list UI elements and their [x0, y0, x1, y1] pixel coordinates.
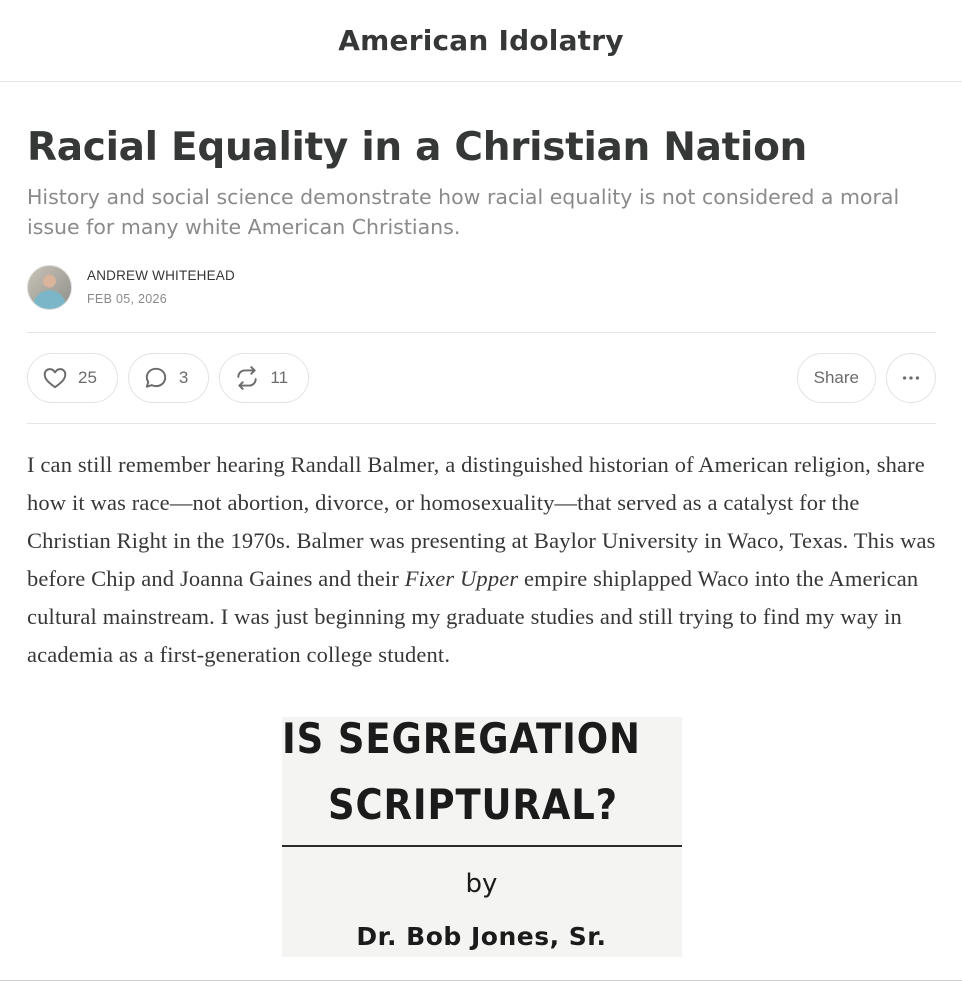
restack-icon: [237, 366, 258, 390]
engagement-actions: 25 3 11: [27, 353, 310, 403]
more-options-button[interactable]: [886, 353, 936, 403]
comment-button[interactable]: 3: [127, 353, 210, 403]
article-image[interactable]: IS SEGREGATION SCRIPTURAL? by Dr. Bob Jo…: [281, 717, 682, 957]
comment-bubble-icon: [145, 367, 167, 388]
share-button[interactable]: Share: [796, 353, 876, 403]
body-paragraph: I can still remember hearing Randall Bal…: [27, 446, 936, 674]
image-rule: [281, 845, 682, 847]
heart-icon: [43, 368, 67, 389]
post-container: Racial Equality in a Christian Nation Hi…: [0, 124, 962, 957]
post-date: FEB 05, 2026: [87, 292, 168, 306]
more-dots-icon: [902, 376, 920, 380]
comment-count: 3: [178, 368, 189, 387]
restack-button[interactable]: 11: [219, 353, 310, 403]
author-name[interactable]: ANDREW WHITEHEAD: [87, 268, 235, 283]
viewport-edge-line: [0, 980, 962, 981]
post-title: Racial Equality in a Christian Nation: [27, 125, 808, 170]
post-actions-bar: 25 3 11 Share: [27, 333, 936, 423]
byline: ANDREW WHITEHEAD FEB 05, 2026: [27, 264, 936, 310]
publication-header: American Idolatry: [0, 0, 962, 82]
byline-meta: ANDREW WHITEHEAD FEB 05, 2026: [87, 268, 235, 306]
image-headline-line-1: IS SEGREGATION: [281, 717, 641, 763]
divider-bottom: [27, 423, 936, 424]
body-text-italic: Fixer Upper: [404, 566, 519, 591]
share-actions: Share: [796, 353, 936, 403]
image-by: by: [465, 869, 498, 899]
image-headline-line-2: SCRIPTURAL?: [327, 780, 618, 829]
post-subtitle: History and social science demonstrate h…: [27, 185, 900, 239]
restack-count: 11: [270, 368, 289, 387]
publication-name[interactable]: American Idolatry: [338, 24, 623, 57]
author-avatar[interactable]: [27, 264, 72, 310]
image-author: Dr. Bob Jones, Sr.: [356, 922, 607, 951]
like-count: 25: [78, 368, 97, 387]
like-button[interactable]: 25: [27, 353, 118, 403]
